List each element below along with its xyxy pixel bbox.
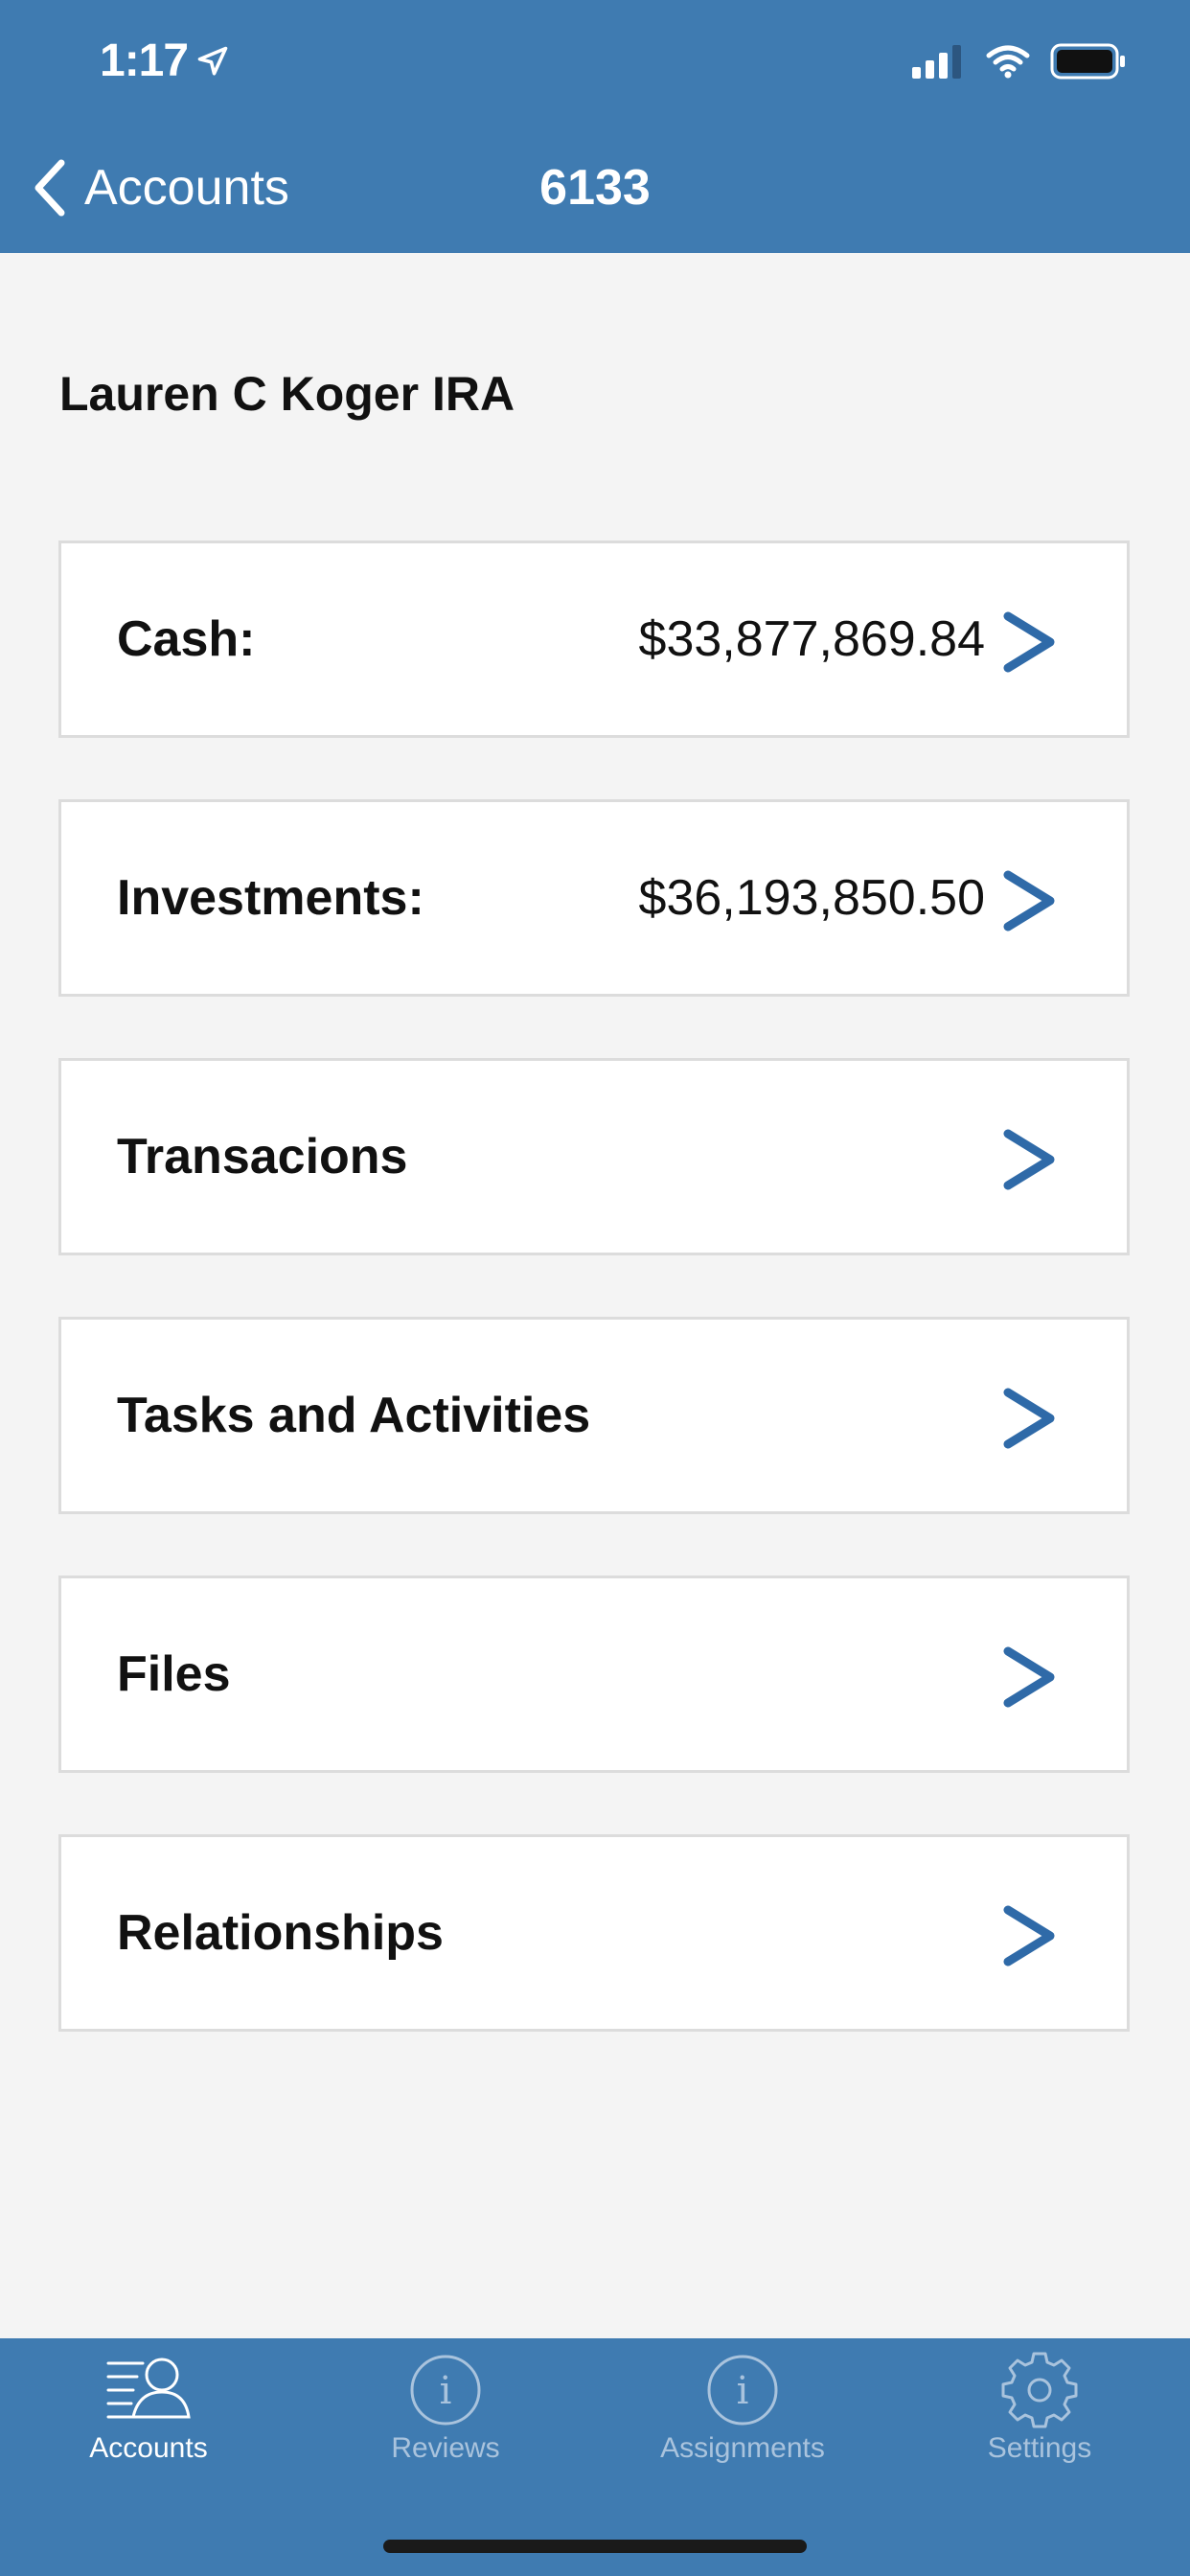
gear-icon bbox=[1001, 2352, 1078, 2428]
tab-settings-label: Settings bbox=[987, 2432, 1092, 2464]
tasks-activities-label: Tasks and Activities bbox=[117, 1388, 591, 1443]
relationships-row[interactable]: Relationships bbox=[58, 1834, 1130, 2032]
location-arrow-icon bbox=[197, 46, 228, 76]
cellular-signal-icon bbox=[912, 45, 961, 79]
battery-icon bbox=[1050, 43, 1125, 80]
status-time-text: 1:17 bbox=[100, 35, 189, 86]
svg-text:i: i bbox=[737, 2369, 749, 2413]
status-time: 1:17 bbox=[100, 34, 230, 87]
tab-assignments-label: Assignments bbox=[660, 2432, 825, 2464]
transactions-row[interactable]: Transacions bbox=[58, 1058, 1130, 1255]
chevron-right-icon bbox=[1003, 870, 1055, 932]
tab-reviews[interactable]: i Reviews bbox=[297, 2352, 594, 2505]
chevron-right-icon bbox=[1003, 1905, 1055, 1966]
tab-reviews-label: Reviews bbox=[391, 2432, 500, 2464]
tab-accounts-label: Accounts bbox=[89, 2432, 208, 2464]
cash-label: Cash: bbox=[117, 611, 256, 667]
chevron-right-icon bbox=[1003, 1646, 1055, 1708]
status-indicators bbox=[912, 42, 1127, 80]
cash-value: $33,877,869.84 bbox=[638, 611, 985, 667]
page-title: 6133 bbox=[539, 160, 651, 216]
navigation-header: 1:17 Accounts 6133 bbox=[0, 0, 1190, 253]
relationships-label: Relationships bbox=[117, 1905, 444, 1961]
info-icon: i bbox=[707, 2355, 778, 2426]
account-name: Lauren C Koger IRA bbox=[59, 367, 515, 421]
accounts-icon bbox=[106, 2358, 191, 2419]
tab-accounts[interactable]: Accounts bbox=[0, 2352, 297, 2505]
investments-row[interactable]: Investments: $36,193,850.50 bbox=[58, 799, 1130, 997]
transactions-label: Transacions bbox=[117, 1129, 408, 1184]
tab-assignments[interactable]: i Assignments bbox=[594, 2352, 891, 2505]
files-label: Files bbox=[117, 1646, 231, 1702]
tasks-activities-row[interactable]: Tasks and Activities bbox=[58, 1317, 1130, 1514]
chevron-right-icon bbox=[1003, 1129, 1055, 1190]
investments-value: $36,193,850.50 bbox=[638, 870, 985, 926]
files-row[interactable]: Files bbox=[58, 1576, 1130, 1773]
chevron-right-icon bbox=[1003, 1388, 1055, 1449]
info-icon: i bbox=[410, 2355, 481, 2426]
wifi-icon bbox=[986, 45, 1030, 79]
chevron-right-icon bbox=[1003, 611, 1055, 673]
home-indicator bbox=[383, 2540, 807, 2553]
cash-row[interactable]: Cash: $33,877,869.84 bbox=[58, 540, 1130, 738]
svg-text:i: i bbox=[440, 2369, 452, 2413]
tab-settings[interactable]: Settings bbox=[891, 2352, 1188, 2505]
investments-label: Investments: bbox=[117, 870, 424, 926]
